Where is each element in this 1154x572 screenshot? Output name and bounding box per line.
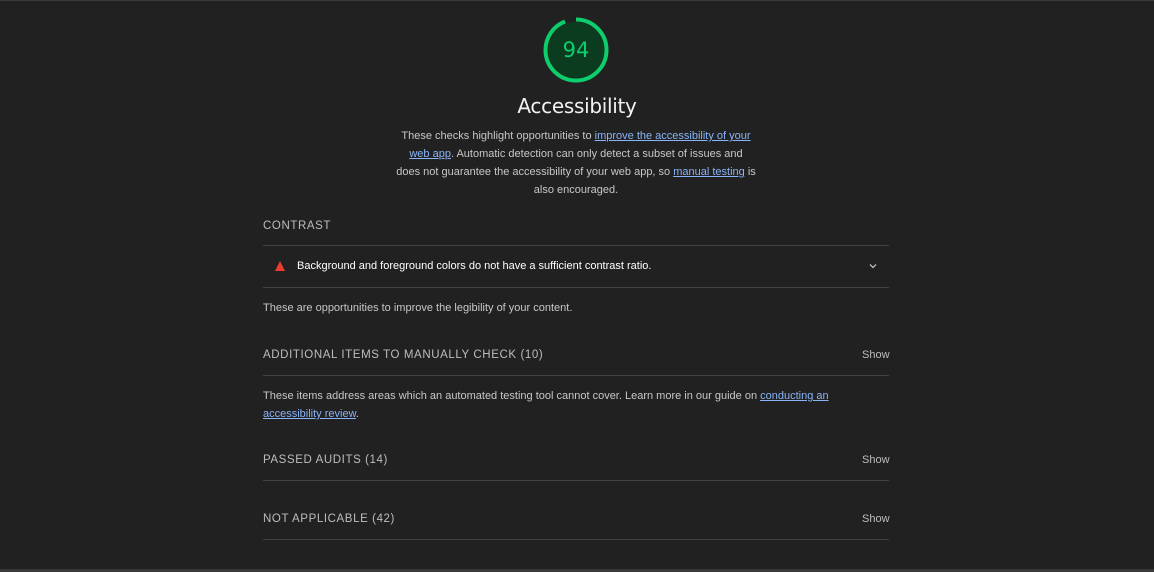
contrast-group-description: These are opportunities to improve the l… [263,302,573,314]
category-title: Accessibility [517,94,637,118]
contrast-group-title: CONTRAST [263,220,332,232]
manual-check-show-button[interactable]: Show [862,349,890,361]
category-description: These checks highlight opportunities to … [396,127,756,199]
frame-top-border [0,0,1154,1]
passed-audits-show-button[interactable]: Show [862,454,890,466]
divider [263,480,889,481]
manual-desc-text: These items address areas which an autom… [263,390,761,402]
not-applicable-show-button[interactable]: Show [862,513,890,525]
warning-triangle-icon [275,261,285,271]
divider [263,287,889,288]
chevron-down-icon[interactable] [868,261,878,271]
gauge-score: 94 [562,38,590,62]
not-applicable-group-title: NOT APPLICABLE (42) [263,513,395,525]
manual-desc-text: . [355,408,359,420]
manual-check-group-title: ADDITIONAL ITEMS TO MANUALLY CHECK (10) [263,349,544,361]
contrast-audit-row[interactable]: Background and foreground colors do not … [263,246,889,287]
divider [263,539,889,540]
manual-testing-link[interactable]: manual testing [673,166,745,178]
divider [263,375,889,376]
passed-audits-group-title: PASSED AUDITS (14) [263,454,388,466]
category-desc-text: These checks highlight opportunities to [401,130,595,142]
manual-check-description: These items address areas which an autom… [263,387,889,423]
score-gauge: 94 [543,17,609,83]
contrast-audit-title: Background and foreground colors do not … [297,260,652,272]
